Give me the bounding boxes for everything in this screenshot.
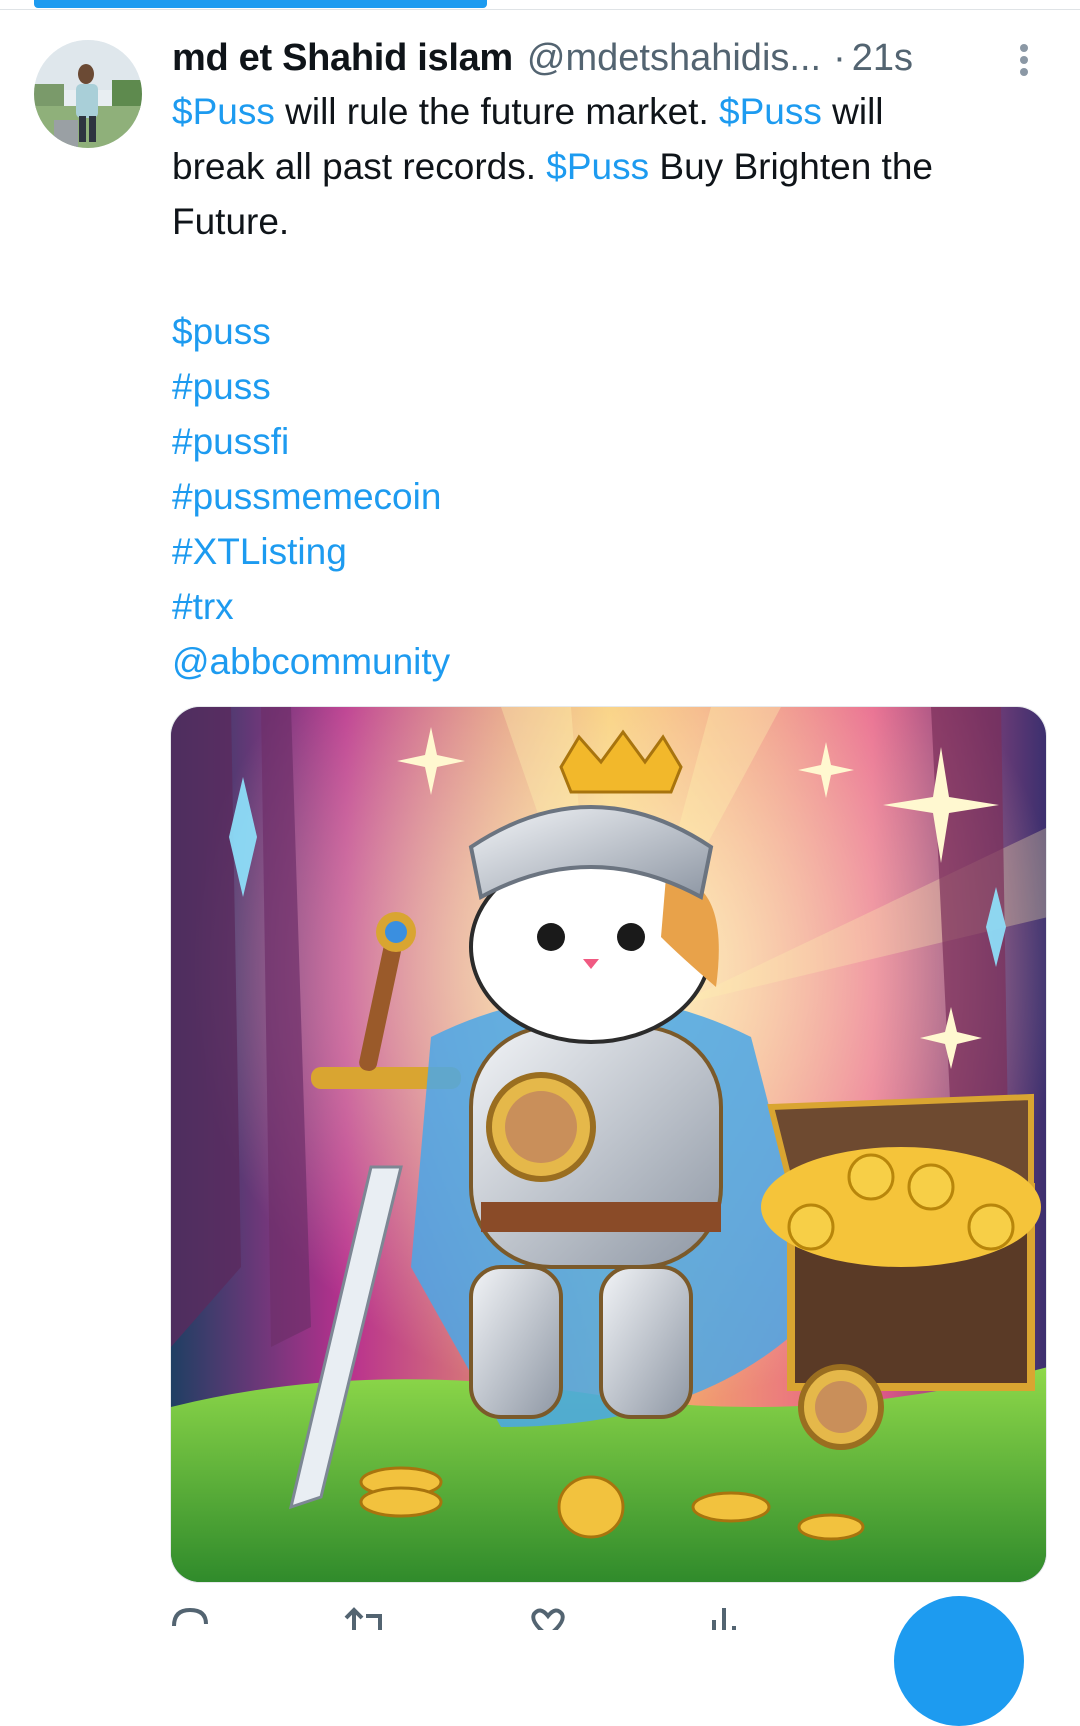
user-handle[interactable]: @mdetshahidis... — [527, 30, 821, 86]
cashtag-puss[interactable]: $Puss — [719, 91, 822, 132]
loading-progress-bar — [34, 0, 487, 8]
cashtag-puss[interactable]: $Puss — [172, 91, 275, 132]
tweet-text: $Puss will rule the future market. $Puss… — [172, 84, 1052, 689]
cashtag-link[interactable]: $puss — [172, 304, 1052, 359]
tweet-header: md et Shahid islam @mdetshahidis... · 21… — [172, 30, 992, 86]
loading-progress-track — [0, 0, 1080, 10]
text-segment: will rule the future market. — [274, 91, 720, 132]
hashtag-link[interactable]: #pussmemecoin — [172, 469, 1052, 524]
reply-icon[interactable] — [166, 1606, 214, 1630]
hashtag-link[interactable]: #puss — [172, 359, 1052, 414]
cashtag-puss[interactable]: $Puss — [546, 146, 649, 187]
heart-icon[interactable] — [524, 1606, 572, 1630]
text-segment: break all past records. — [172, 146, 547, 187]
tweet-media-image[interactable] — [170, 706, 1047, 1583]
retweet-icon[interactable] — [340, 1606, 388, 1630]
display-name[interactable]: md et Shahid islam — [172, 30, 513, 86]
more-vertical-icon[interactable] — [1012, 42, 1036, 82]
hashtag-link[interactable]: #XTListing — [172, 524, 1052, 579]
text-segment: will — [821, 91, 884, 132]
separator-dot: · — [833, 37, 846, 79]
mention-link[interactable]: @abbcommunity — [172, 634, 1052, 689]
avatar[interactable] — [34, 40, 142, 148]
knight-cat-illustration — [171, 707, 1046, 1582]
hashtag-link[interactable]: #trx — [172, 579, 1052, 634]
tweet-text-line-2: break all past records. $Puss Buy Bright… — [172, 139, 1052, 194]
views-icon[interactable] — [700, 1606, 748, 1630]
compose-fab[interactable] — [894, 1596, 1024, 1726]
tweet-text-line-1: $Puss will rule the future market. $Puss… — [172, 84, 1052, 139]
text-segment: Buy Brighten the — [649, 146, 933, 187]
avatar-photo — [34, 40, 142, 148]
tweet-text-line-3: Future. — [172, 201, 290, 242]
timestamp[interactable]: 21s — [852, 30, 913, 86]
hashtag-link[interactable]: #pussfi — [172, 414, 1052, 469]
